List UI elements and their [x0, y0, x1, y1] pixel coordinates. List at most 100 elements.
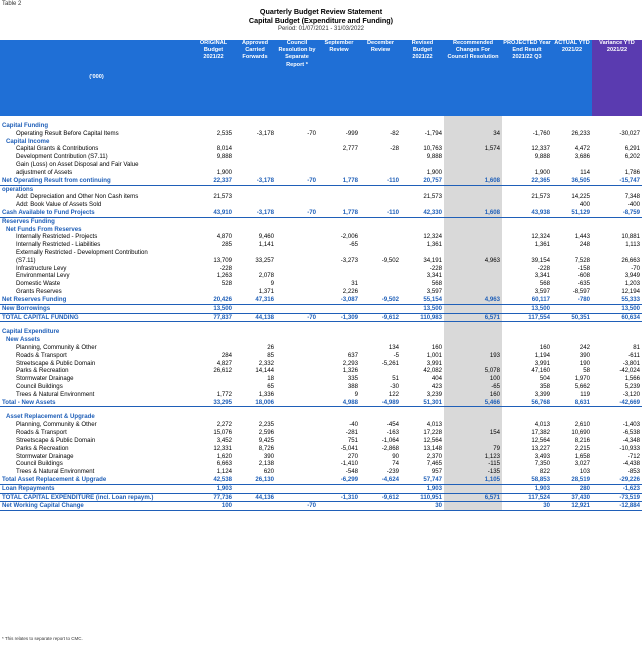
table-cell: 26,233 [571, 129, 590, 137]
table-cell: -70 [631, 264, 640, 272]
table-cell [234, 501, 276, 512]
table-cell: 1,608 [444, 176, 502, 186]
table-cell: 8,014 [216, 145, 232, 153]
table-cell: 51 [392, 375, 399, 383]
table-cell [234, 484, 276, 494]
table-cell: 12,194 [621, 288, 640, 296]
table-cell: 1,772 [216, 390, 232, 398]
table-cell: 1,903 [502, 484, 552, 494]
table-cell: 51,129 [552, 208, 592, 218]
table-cell: 42,538 [193, 475, 234, 485]
table-cell: 4,472 [574, 145, 590, 153]
table-cell [276, 249, 318, 257]
table-cell: 1,326 [342, 367, 358, 375]
table-cell: -30 [390, 383, 399, 390]
table-cell: 26,612 [213, 367, 232, 375]
table-cell: -6,299 [318, 475, 360, 485]
table-cell: 1,361 [426, 241, 442, 249]
table-cell: 7,350 [534, 460, 550, 468]
table-cell [318, 328, 360, 336]
table-cell [401, 226, 444, 234]
table-row: Roads & Transport 15,076 2,596 -281 -163 17,2… [0, 429, 642, 437]
row-label: Parks & Recreation [16, 444, 69, 452]
table-cell: 242 [579, 343, 590, 351]
table-row: Council Buildings 65 388 -30 423 -65 358 5,662 5… [0, 383, 642, 391]
table-cell: 4,827 [216, 359, 232, 367]
table-cell [360, 122, 401, 130]
table-cell: 9 [270, 280, 274, 288]
table-row: Domestic Waste 528 9 31 568 568 -635 1,203 [0, 280, 642, 289]
table-cell: -228 [429, 264, 442, 272]
table-cell [360, 288, 401, 296]
table-cell: 60,117 [502, 295, 552, 305]
table-cell: 7,348 [624, 193, 640, 201]
table-cell [234, 201, 276, 209]
table-cell: 3,597 [426, 288, 442, 296]
table-cell [193, 413, 234, 421]
table-row: Infrastructure Levy -228 -228 -228 -158 -70 [0, 264, 642, 273]
table-cell: 1,361 [534, 241, 550, 249]
table-cell [401, 161, 444, 169]
table-row: Capital Expenditure [0, 328, 642, 337]
table-row: Loan Repayments 1,903 1,903 1,903 280 -1,623 [0, 484, 642, 494]
table-cell: 26,663 [621, 256, 640, 264]
table-cell: 13,227 [531, 444, 550, 452]
table-cell [318, 304, 360, 314]
capital-budget-table: ('000) ORIGINAL Budget 2021/22 Approved … [0, 40, 642, 512]
table-cell [502, 161, 552, 169]
table-row: Parks & Recreation 26,612 14,144 1,326 42,08… [0, 367, 642, 376]
table-cell: 77,736 [193, 493, 234, 503]
table-row: New Borrowings 13,500 13,500 13,500 13,500 [0, 304, 642, 314]
table-row: Reserves Funding [0, 217, 642, 226]
table-row: Add: Depreciation and Other Non Cash ite… [0, 193, 642, 202]
table-cell: -70 [276, 208, 318, 218]
table-cell: 5,466 [444, 398, 502, 408]
table-cell: -4,348 [622, 436, 640, 444]
table-cell: -3,273 [340, 256, 358, 264]
table-cell: -2,006 [340, 233, 358, 241]
table-cell: 2,078 [258, 272, 274, 280]
table-cell [360, 413, 401, 421]
table-row: (S7.11) 13,709 33,257 -3,273 -9,502 34,191 4,9… [0, 256, 642, 265]
table-cell [444, 436, 502, 445]
table-cell: 13,709 [213, 256, 232, 264]
table-cell: 30 [502, 501, 552, 512]
table-cell [276, 375, 318, 383]
table-cell: -853 [627, 468, 640, 476]
table-cell [592, 161, 642, 169]
table-cell: 528 [221, 280, 232, 288]
table-cell: 17,228 [423, 429, 442, 437]
table-cell [592, 249, 642, 257]
table-cell: -1,623 [592, 484, 642, 494]
table-cell: -3,178 [234, 208, 276, 218]
table-cell: 58 [583, 367, 590, 375]
table-cell [444, 249, 502, 257]
table-cell: 33,257 [255, 256, 274, 264]
table-cell: -635 [577, 280, 590, 288]
table-cell: -3,801 [622, 359, 640, 367]
table-cell: 26,130 [234, 475, 276, 485]
table-cell: -3,178 [256, 129, 274, 137]
table-row: Total Asset Replacement & Upgrade 42,538 2… [0, 475, 642, 485]
table-cell [276, 272, 318, 280]
table-row: Net Funds From Reserves [0, 225, 642, 234]
col-header: September Review [318, 40, 360, 116]
table-cell: 37,430 [552, 493, 592, 503]
table-cell: 1,778 [318, 176, 360, 186]
table-cell: 100 [193, 501, 234, 512]
table-cell: 1,903 [193, 484, 234, 494]
table-cell: 28,519 [552, 475, 592, 485]
table-cell: 4,963 [444, 256, 502, 265]
table-cell: 81 [633, 343, 640, 351]
table-cell: 60,634 [592, 313, 642, 323]
table-cell: -1,403 [622, 421, 640, 429]
table-cell: 190 [579, 359, 590, 367]
table-cell: 5,239 [624, 383, 640, 390]
table-cell: 110,983 [401, 313, 444, 323]
table-cell: 1,203 [624, 280, 640, 288]
table-cell: 4,013 [426, 421, 442, 429]
table-cell: 6,291 [624, 145, 640, 153]
table-cell [234, 145, 276, 153]
table-cell: -110 [360, 208, 401, 218]
table-cell [401, 217, 444, 225]
